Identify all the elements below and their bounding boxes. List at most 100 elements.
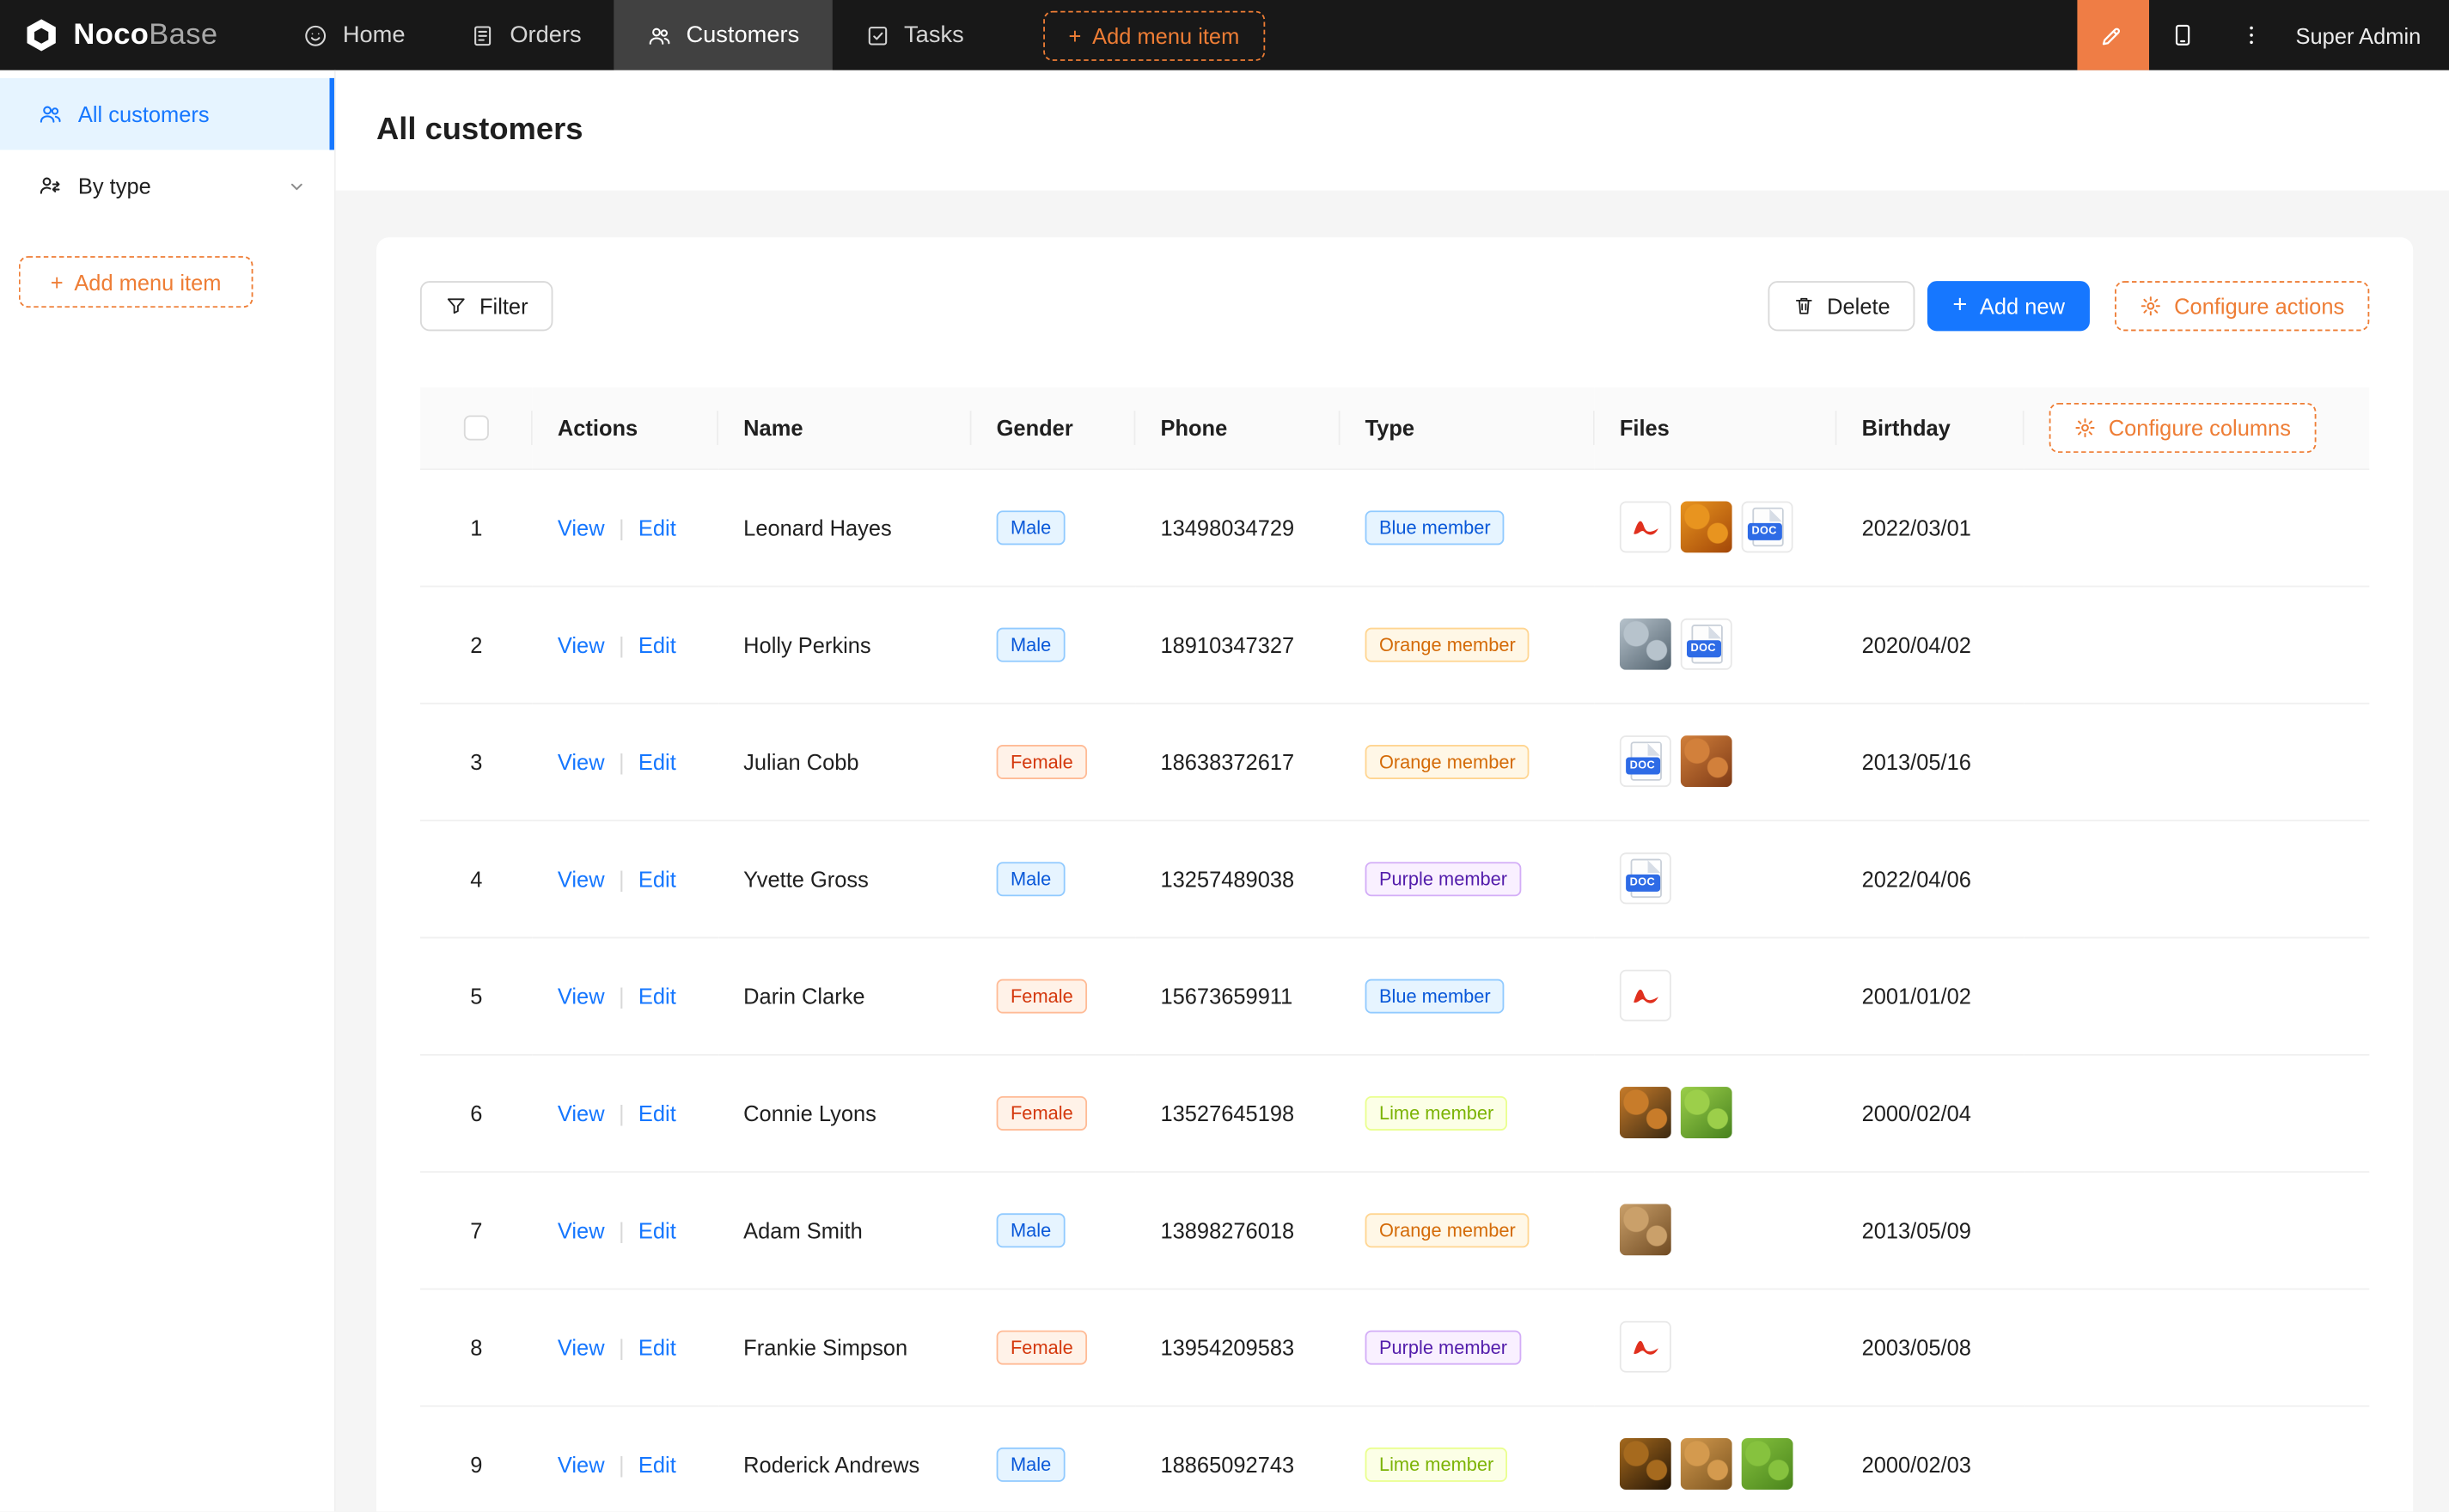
phone-cell: 13954209583 (1135, 1289, 1340, 1405)
highlighter-icon (2099, 21, 2126, 48)
chevron-down-icon (284, 175, 309, 196)
view-link[interactable]: View (558, 515, 605, 540)
edit-link[interactable]: Edit (638, 515, 676, 540)
pdf-file-thumbnail[interactable] (1620, 501, 1671, 552)
table-row: 9 View|Edit Roderick Andrews Male 188650… (420, 1405, 2369, 1512)
table-row: 1 View|Edit Leonard Hayes Male 134980347… (420, 468, 2369, 585)
phone-cell: 13257489038 (1135, 820, 1340, 936)
doc-icon: DOC (1751, 508, 1782, 546)
view-link[interactable]: View (558, 1334, 605, 1359)
phone: 13498034729 (1160, 515, 1294, 540)
mobile-client-button[interactable] (2149, 0, 2218, 70)
view-link[interactable]: View (558, 983, 605, 1008)
nocobase-logo[interactable]: NocoBase (0, 15, 234, 54)
view-link[interactable]: View (558, 1217, 605, 1242)
edit-link[interactable]: Edit (638, 1451, 676, 1476)
filter-icon (445, 296, 467, 317)
gear-icon (2074, 417, 2096, 438)
image-file-thumbnail[interactable] (1681, 735, 1732, 787)
nav-item-orders[interactable]: Orders (438, 0, 614, 70)
column-header-type: Type (1341, 387, 1595, 469)
image-file-thumbnail[interactable] (1620, 619, 1671, 670)
image-file-thumbnail[interactable] (1742, 1438, 1793, 1490)
actions-cell: View|Edit (533, 703, 718, 820)
nav-item-label: Orders (510, 21, 581, 48)
table-row: 8 View|Edit Frankie Simpson Female 13954… (420, 1289, 2369, 1405)
action-divider: | (619, 1451, 625, 1476)
pdf-file-thumbnail[interactable] (1620, 1321, 1671, 1373)
phone: 13954209583 (1160, 1334, 1294, 1359)
view-link[interactable]: View (558, 1100, 605, 1125)
actions-cell: View | Edit (533, 586, 718, 703)
customers-table: Actions Name Gender Phone Type Files Bir… (420, 387, 2369, 1512)
image-file-thumbnail[interactable] (1681, 1438, 1732, 1490)
edit-link[interactable]: Edit (638, 1334, 676, 1359)
edit-link[interactable]: Edit (638, 1100, 676, 1125)
name-cell: Darin Clarke (718, 937, 971, 1054)
select-all-checkbox[interactable] (464, 416, 489, 441)
image-file-thumbnail[interactable] (1620, 1087, 1671, 1138)
edit-link[interactable]: Edit (638, 866, 676, 891)
view-link[interactable]: View (558, 749, 605, 774)
phone-cell: 18910347327 (1135, 586, 1340, 703)
files-cell-wrap: DOC (1595, 468, 1837, 585)
edit-link[interactable]: Edit (638, 983, 676, 1008)
doc-file-thumbnail[interactable]: DOC (1742, 501, 1793, 552)
sidebar-item-by-type[interactable]: By type (0, 149, 334, 222)
filter-button[interactable]: Filter (420, 281, 553, 331)
table-body: 1 View|Edit Leonard Hayes Male 134980347… (420, 468, 2369, 1511)
phone-cell: 18865092743 (1135, 1405, 1340, 1512)
toolbar-right: Delete + Add new Con (1768, 281, 2369, 331)
edit-link[interactable]: Edit (638, 749, 676, 774)
view-link[interactable]: View (558, 631, 605, 656)
birthday: 2003/05/08 (1862, 1334, 1971, 1359)
nav-item-home[interactable]: Home (271, 0, 438, 70)
doc-file-thumbnail[interactable]: DOC (1620, 735, 1671, 787)
sidebar-item-all-customers[interactable]: All customers (0, 78, 334, 150)
files-cell-wrap: DOC (1595, 820, 1837, 936)
config-spacer-cell (2025, 937, 2370, 1054)
doc-file-thumbnail[interactable]: DOC (1620, 852, 1671, 904)
pdf-file-thumbnail[interactable] (1620, 970, 1671, 1021)
column-header-birthday: Birthday (1836, 387, 2024, 469)
gear-icon (2140, 296, 2161, 317)
row-index: 9 (470, 1451, 482, 1476)
files-cell (1620, 1438, 1812, 1490)
image-file-thumbnail[interactable] (1620, 1204, 1671, 1255)
doc-file-thumbnail[interactable]: DOC (1681, 619, 1732, 670)
nav-item-tasks[interactable]: Tasks (832, 0, 996, 70)
config-spacer-cell (2025, 1054, 2370, 1171)
name-cell: Roderick Andrews (718, 1405, 971, 1512)
birthday: 2013/05/16 (1862, 749, 1971, 774)
action-divider: | (619, 515, 625, 540)
files-cell-wrap (1595, 937, 1837, 1054)
add-new-button[interactable]: + Add new (1927, 281, 2090, 331)
type-cell: Blue member (1341, 468, 1595, 585)
nav-add-menu-item-button[interactable]: + Add menu item (1043, 10, 1264, 60)
delete-button[interactable]: Delete (1768, 281, 1915, 331)
configure-actions-button[interactable]: Configure actions (2115, 281, 2369, 331)
image-file-thumbnail[interactable] (1620, 1438, 1671, 1490)
view-link[interactable]: View (558, 1451, 605, 1476)
top-nav: NocoBase Home Orders (0, 0, 2449, 70)
ui-editor-button[interactable] (2077, 0, 2149, 70)
sidebar-add-menu-item-button[interactable]: + Add menu item (19, 256, 253, 308)
user-name[interactable]: Super Admin (2296, 22, 2422, 47)
configure-columns-button[interactable]: Configure columns (2049, 402, 2316, 452)
more-menu-button[interactable] (2218, 0, 2287, 70)
image-file-thumbnail[interactable] (1681, 501, 1732, 552)
birthday-cell: 2022/03/01 (1836, 468, 2024, 585)
config-spacer-cell (2025, 586, 2370, 703)
action-divider: | (619, 631, 625, 656)
doc-icon: DOC (1630, 859, 1661, 898)
gender-tag: Male (997, 509, 1066, 544)
nav-item-customers[interactable]: Customers (614, 0, 833, 70)
type-tag: Lime member (1365, 1447, 1508, 1481)
edit-link[interactable]: Edit (638, 631, 676, 656)
name-cell: Connie Lyons (718, 1054, 971, 1171)
image-file-thumbnail[interactable] (1681, 1087, 1732, 1138)
edit-link[interactable]: Edit (638, 1217, 676, 1242)
customer-name: Frankie Simpson (743, 1334, 907, 1359)
table-header-row: Actions Name Gender Phone Type Files Bir… (420, 387, 2369, 469)
view-link[interactable]: View (558, 866, 605, 891)
